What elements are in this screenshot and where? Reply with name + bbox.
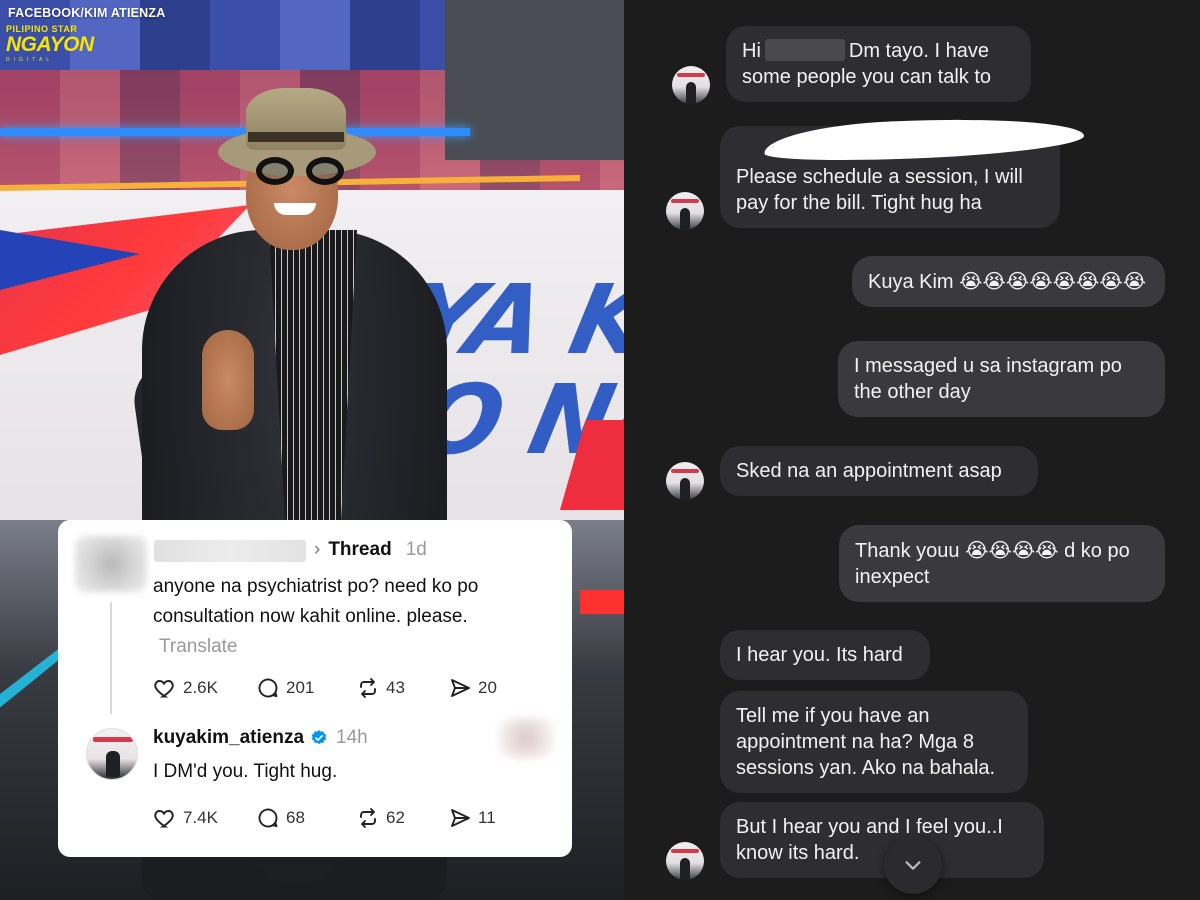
post-body: anyone na psychiatrist po? need ko po co… — [153, 576, 479, 627]
reply-time: 14h — [336, 727, 368, 748]
reply-repost-count: 62 — [386, 808, 405, 827]
redacted-username[interactable] — [154, 540, 306, 562]
message-bubble-sent: Thank youu 😭😭😭😭 d ko po inexpect — [839, 525, 1165, 602]
heart-icon — [154, 680, 174, 698]
reply-count: 201 — [286, 678, 315, 697]
reply-like-count: 7.4K — [183, 808, 218, 827]
message-text: Kuya Kim — [868, 271, 954, 293]
message-bubble: Hi Dm tayo. I have some people you can ta… — [726, 26, 1031, 102]
translate-link[interactable]: Translate — [159, 636, 238, 657]
crying-emoji: 😭😭😭😭😭😭😭😭 — [959, 269, 1147, 293]
message-text: Thank youu — [855, 540, 960, 562]
crying-emoji: 😭😭😭😭 — [965, 538, 1059, 562]
logo-big-text: NGAYON — [6, 33, 94, 56]
message-bubble: Sked na an appointment asap — [720, 446, 1038, 496]
message-bubble: I hear you. Its hard — [720, 630, 930, 680]
repost-icon — [360, 808, 376, 828]
message-text: Sked na an appointment asap — [736, 460, 1002, 482]
person-glasses — [256, 157, 346, 187]
reply-text: I DM'd you. Tight hug. — [153, 761, 338, 782]
message-bubble-sent: I messaged u sa instagram po the other d… — [838, 341, 1165, 417]
message-bubble-sent: Kuya Kim 😭😭😭😭😭😭😭😭 — [852, 256, 1165, 307]
reply-share-button[interactable]: 11 — [448, 806, 528, 830]
thread-connector-line — [110, 602, 112, 714]
message-text: But I hear you and I feel you..I know it… — [736, 816, 1003, 864]
person-smile — [274, 203, 316, 215]
scroll-to-bottom-button[interactable] — [884, 836, 942, 894]
chevron-right-icon: › — [314, 539, 321, 560]
reply-share-count: 11 — [478, 808, 496, 827]
message-text: Please schedule a session, I will pay fo… — [736, 166, 1023, 214]
studio-blue-light — [0, 128, 470, 136]
dm-chat-panel: Hi Dm tayo. I have some people you can ta… — [624, 0, 1200, 900]
comment-icon — [258, 808, 278, 828]
sender-avatar[interactable] — [666, 462, 704, 500]
heart-icon — [154, 810, 174, 828]
redacted-avatar[interactable] — [75, 536, 147, 592]
thumbs-up-hand — [202, 330, 254, 430]
verified-badge-icon — [311, 730, 327, 745]
send-icon — [451, 679, 470, 697]
comment-icon — [258, 678, 278, 698]
sender-avatar[interactable] — [672, 66, 710, 104]
thread-meta: › Thread 1d — [314, 539, 427, 561]
message-bubble: But I hear you and I feel you..I know it… — [720, 802, 1044, 878]
send-icon — [451, 809, 470, 827]
person-hat-band — [248, 132, 344, 142]
redacted-corner — [498, 718, 554, 758]
sender-avatar[interactable] — [666, 192, 704, 230]
sender-avatar[interactable] — [666, 842, 704, 880]
reply-repost-button[interactable]: 62 — [356, 806, 448, 830]
studio-slab — [445, 0, 624, 160]
floor-red-light — [580, 590, 624, 614]
message-text: I messaged u sa instagram po the other d… — [854, 355, 1122, 403]
photo-panel: YA KIM O NA FACEBOOK/KIM ATIENZA PILIPIN… — [0, 0, 624, 900]
like-button[interactable]: 2.6K — [153, 676, 256, 700]
reply-like-button[interactable]: 7.4K — [153, 806, 256, 830]
reply-button[interactable]: 201 — [256, 676, 356, 700]
message-text: Hi — [742, 40, 761, 62]
share-button[interactable]: 20 — [448, 676, 528, 700]
watermark-source: FACEBOOK/KIM ATIENZA — [8, 6, 166, 20]
reply-avatar[interactable] — [86, 728, 138, 780]
repost-icon — [360, 678, 376, 698]
message-bubble: Tell me if you have an appointment na ha… — [720, 691, 1028, 793]
share-count: 20 — [478, 678, 497, 697]
reply-handle[interactable]: kuyakim_atienza — [153, 727, 304, 749]
threads-post-card: › Thread 1d anyone na psychiatrist po? nee… — [58, 520, 572, 857]
repost-count: 43 — [386, 678, 405, 697]
message-text: Tell me if you have an appointment na ha… — [736, 705, 996, 779]
like-count: 2.6K — [183, 678, 218, 697]
reply-header: kuyakim_atienza 14h — [153, 727, 368, 749]
reply-reply-button[interactable]: 68 — [256, 806, 356, 830]
reply-actions: 7.4K 68 62 11 — [153, 805, 528, 831]
post-text: anyone na psychiatrist po? need ko po co… — [153, 572, 533, 662]
repost-button[interactable]: 43 — [356, 676, 448, 700]
logo-tiny-text: DIGITAL — [6, 57, 54, 63]
redacted-name — [764, 39, 845, 61]
watermark-logo: PILIPINO STAR NGAYON DIGITAL — [6, 24, 98, 63]
chevron-down-icon — [905, 861, 921, 870]
post-time: 1d — [405, 539, 427, 560]
post-actions: 2.6K 201 43 20 — [153, 675, 528, 701]
thread-link[interactable]: Thread — [328, 539, 391, 560]
message-text: I hear you. Its hard — [736, 644, 903, 666]
reply-reply-count: 68 — [286, 808, 305, 827]
